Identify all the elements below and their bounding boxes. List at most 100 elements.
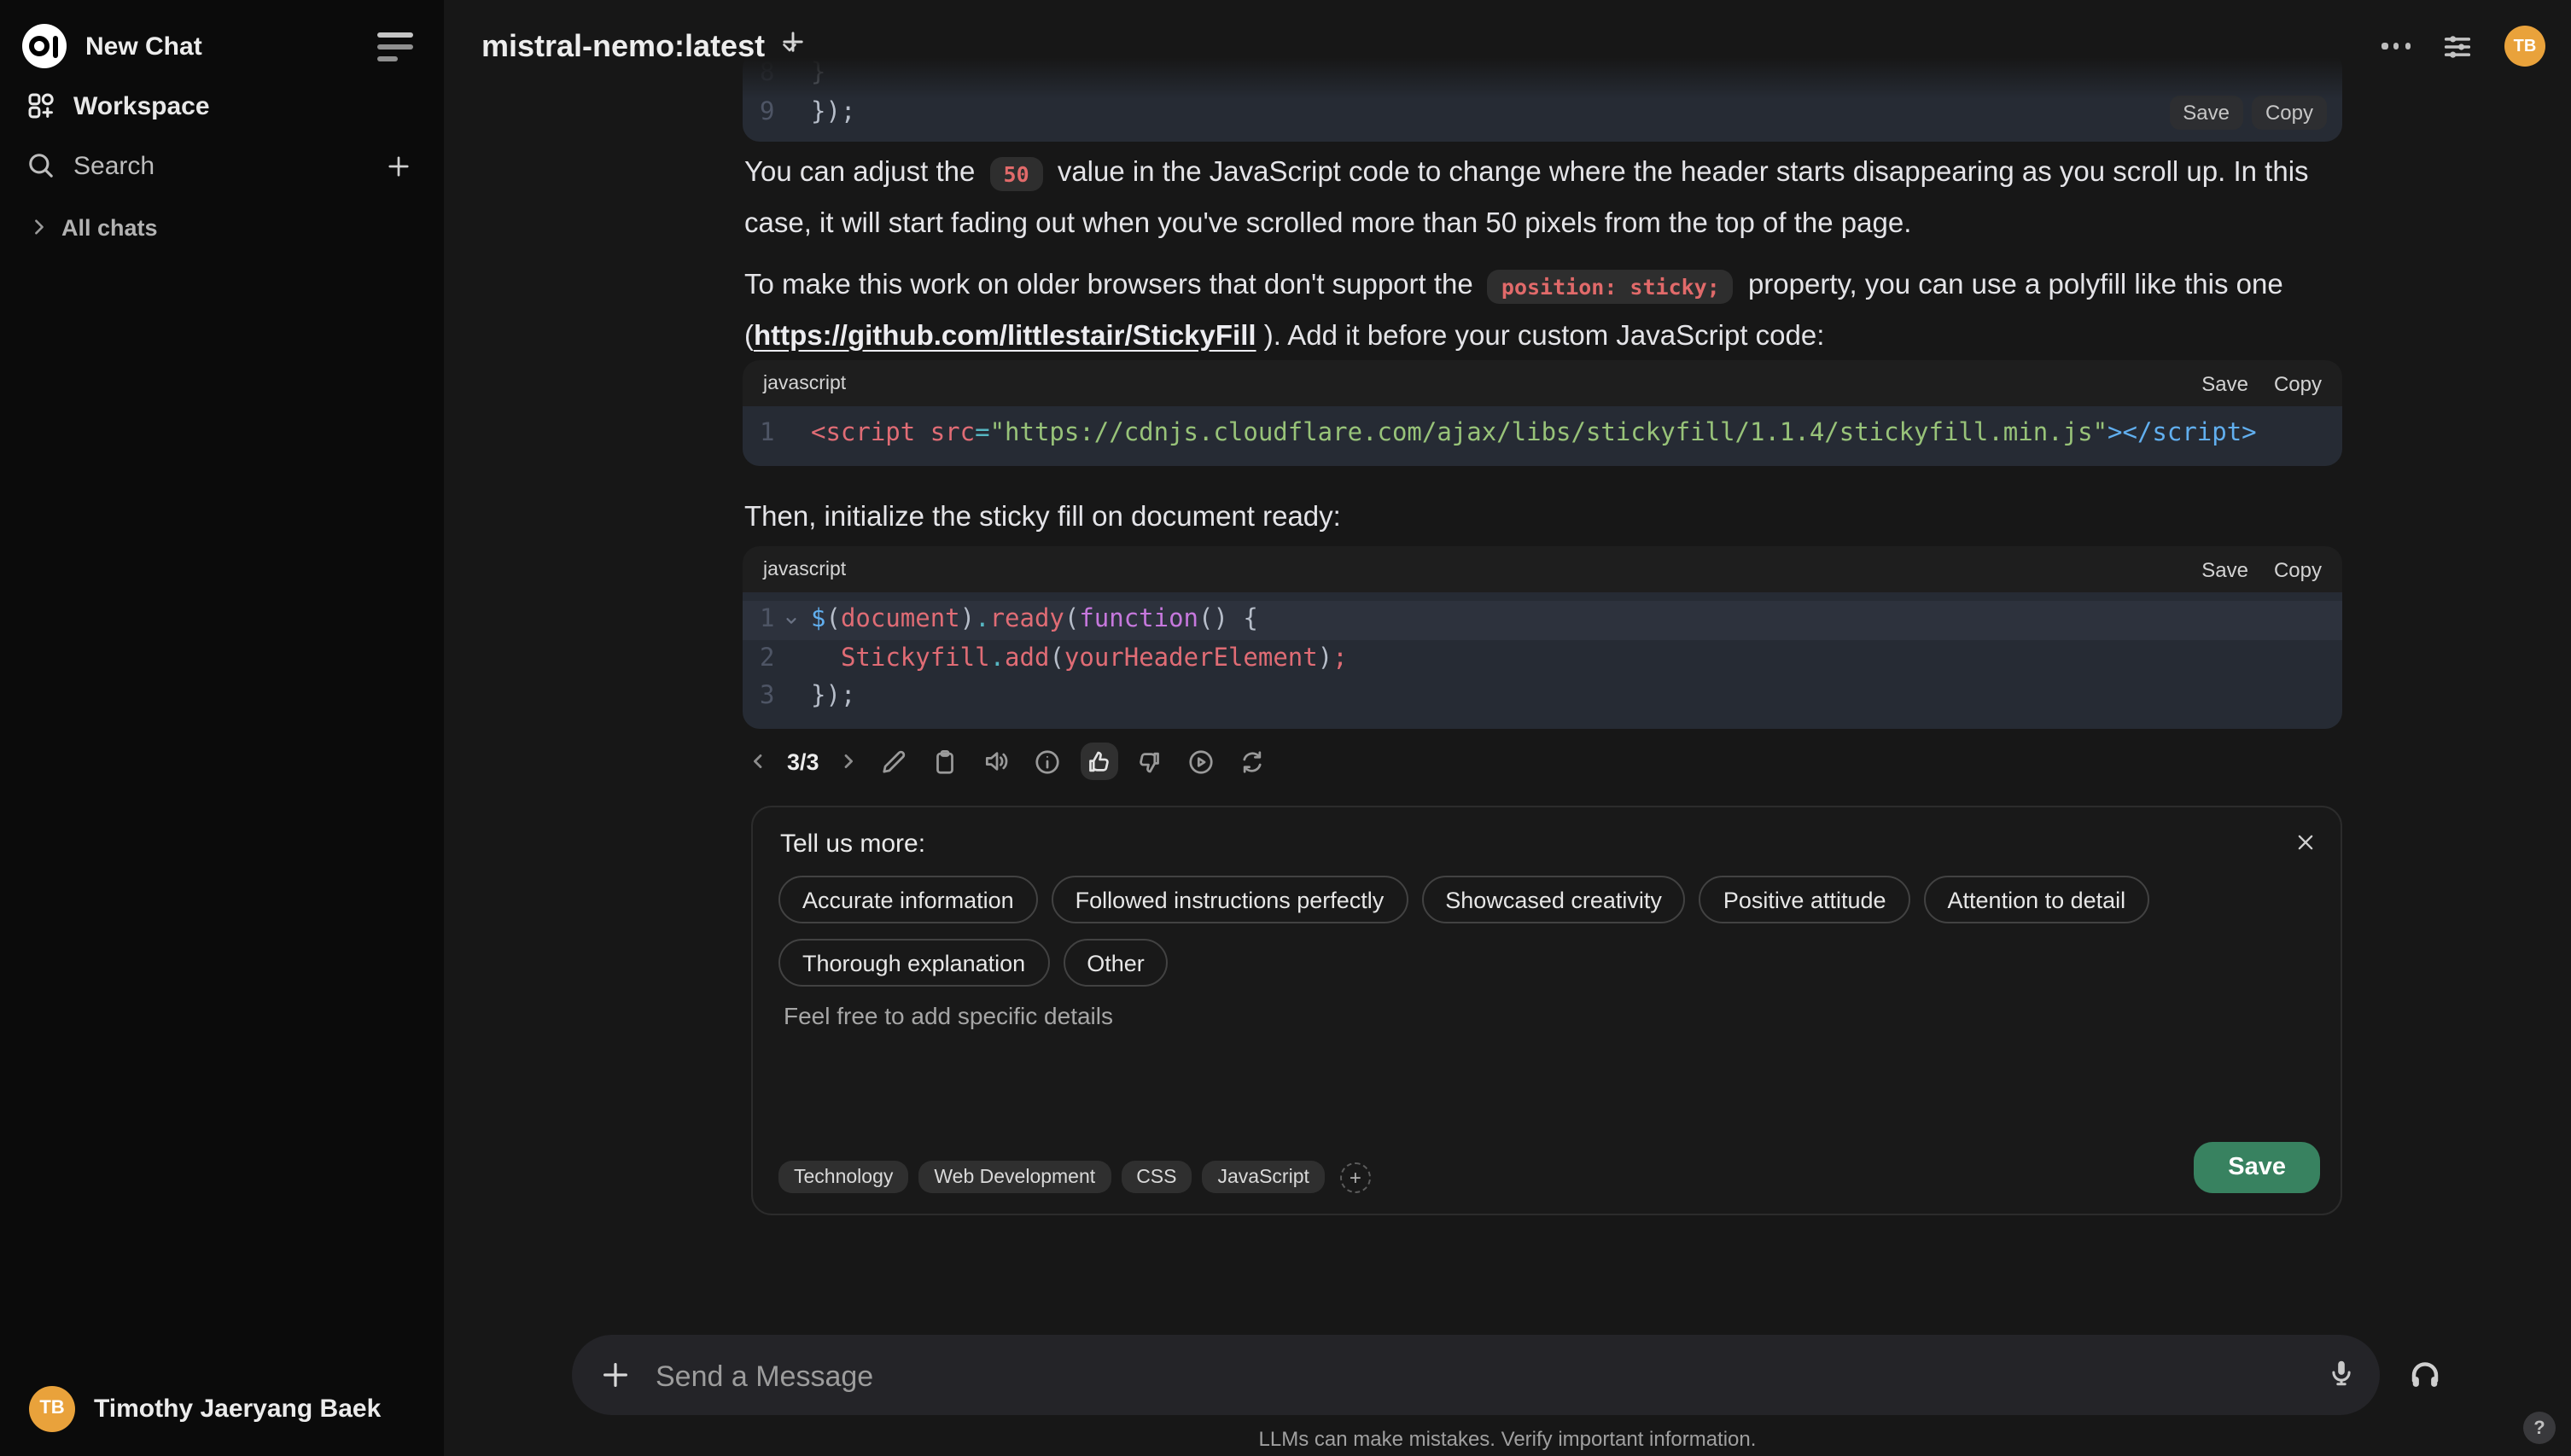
- copy-message-button[interactable]: [927, 743, 965, 780]
- next-response-button[interactable]: [835, 744, 862, 778]
- sliders-icon: [2441, 30, 2474, 62]
- code-line: 1 <script src="https://cdnjs.cloudflare.…: [760, 420, 2257, 448]
- chevron-right-icon: [29, 217, 50, 237]
- code-floating-actions: Save Copy: [2169, 96, 2327, 130]
- code-copy-button[interactable]: Copy: [2251, 96, 2327, 130]
- code-language-label: javascript: [763, 373, 847, 393]
- previous-response-button[interactable]: [744, 744, 772, 778]
- feedback-tag[interactable]: Web Development: [918, 1161, 1111, 1193]
- code-line: 2 Stickyfill.add(yourHeaderElement);: [760, 644, 1348, 673]
- user-menu[interactable]: TB Timothy Jaeryang Baek: [17, 1376, 427, 1441]
- search-icon: [26, 150, 56, 181]
- edit-button[interactable]: [876, 743, 913, 780]
- code-block-javascript: javascript Save Copy 1 $(document).ready…: [743, 546, 2342, 728]
- feedback-option[interactable]: Showcased creativity: [1421, 876, 1686, 923]
- feedback-option[interactable]: Accurate information: [778, 876, 1038, 923]
- feedback-option[interactable]: Followed instructions perfectly: [1051, 876, 1408, 923]
- feedback-option[interactable]: Positive attitude: [1699, 876, 1910, 923]
- code-block-header: javascript Save Copy: [743, 360, 2342, 406]
- code-block-body: 1 <script src="https://cdnjs.cloudflare.…: [743, 406, 2342, 465]
- regenerate-button[interactable]: [1234, 743, 1272, 780]
- code-block-body: 1 $(document).ready(function() { 2 Stick…: [743, 592, 2342, 728]
- good-response-button[interactable]: [1080, 743, 1118, 780]
- sidebar-item-workspace[interactable]: Workspace: [14, 80, 430, 131]
- continue-response-button[interactable]: [1183, 743, 1221, 780]
- thumbs-down-icon: [1136, 747, 1165, 776]
- response-pager: 3/3: [787, 748, 819, 774]
- sidebar-add-button[interactable]: [384, 151, 413, 180]
- app-window: New Chat Workspace Search All chats TB T…: [0, 0, 2571, 1456]
- speaker-icon: [982, 746, 1012, 777]
- code-copy-button[interactable]: Copy: [2274, 371, 2322, 395]
- assistant-paragraph: You can adjust the 50 value in the JavaS…: [744, 156, 2309, 238]
- read-aloud-button[interactable]: [978, 743, 1016, 780]
- feedback-tag[interactable]: CSS: [1121, 1161, 1192, 1193]
- new-chat-plus-button[interactable]: [778, 27, 807, 56]
- feedback-details-input[interactable]: [780, 999, 2313, 1139]
- play-circle-icon: [1187, 747, 1216, 776]
- feedback-option[interactable]: Thorough explanation: [778, 939, 1050, 987]
- attach-button[interactable]: [599, 1359, 632, 1391]
- disclaimer-text: LLMs can make mistakes. Verify important…: [1258, 1427, 1757, 1451]
- inline-code: 50: [989, 156, 1043, 190]
- feedback-title: Tell us more:: [780, 830, 926, 859]
- feedback-tag[interactable]: Technology: [778, 1161, 909, 1193]
- code-save-button[interactable]: Save: [2201, 371, 2248, 395]
- sidebar-item-search[interactable]: Search: [14, 140, 430, 191]
- chevron-right-icon: [838, 751, 859, 772]
- new-chat-button[interactable]: New Chat: [85, 32, 202, 61]
- code-block-header: javascript Save Copy: [743, 546, 2342, 592]
- more-options-button[interactable]: [2382, 43, 2411, 50]
- user-name: Timothy Jaeryang Baek: [94, 1394, 382, 1423]
- sidebar-item-label: Workspace: [73, 91, 210, 120]
- add-tag-button[interactable]: +: [1339, 1162, 1371, 1192]
- code-save-button[interactable]: Save: [2169, 96, 2243, 130]
- workspace-icon: [26, 90, 56, 121]
- call-button[interactable]: [2407, 1357, 2443, 1393]
- logo-ring: [29, 35, 50, 55]
- feedback-option[interactable]: Other: [1063, 939, 1169, 987]
- plus-icon: [778, 27, 807, 56]
- model-name: mistral-nemo:latest: [481, 28, 766, 62]
- feedback-tags: Technology Web Development CSS JavaScript +: [778, 1161, 1371, 1193]
- close-icon: [2294, 830, 2316, 853]
- sidebar-item-all-chats[interactable]: All chats: [14, 205, 430, 249]
- inline-code: position: sticky;: [1487, 269, 1734, 303]
- feedback-option[interactable]: Attention to detail: [1923, 876, 2150, 923]
- code-fold-icon[interactable]: [784, 613, 807, 628]
- bad-response-button[interactable]: [1132, 743, 1169, 780]
- sidebar-item-label: Search: [73, 151, 155, 180]
- code-line: 9 });: [760, 98, 856, 126]
- info-button[interactable]: [1029, 743, 1067, 780]
- voice-input-button[interactable]: [2325, 1357, 2358, 1389]
- feedback-save-button[interactable]: Save: [2194, 1142, 2320, 1193]
- top-bar-right: TB: [2382, 26, 2545, 67]
- user-avatar: TB: [29, 1385, 75, 1431]
- feedback-tag[interactable]: JavaScript: [1202, 1161, 1325, 1193]
- help-button[interactable]: ?: [2523, 1412, 2556, 1444]
- user-avatar-topbar[interactable]: TB: [2504, 26, 2545, 67]
- code-copy-button[interactable]: Copy: [2274, 557, 2322, 581]
- chat-content: 8 } 9 }); Save Copy You can adjust the 5…: [743, 0, 2342, 1456]
- close-feedback-button[interactable]: [2286, 823, 2323, 860]
- model-selector[interactable]: mistral-nemo:latest: [481, 22, 801, 70]
- logo-bar: [52, 35, 59, 57]
- stickyfill-link[interactable]: https://github.com/littlestair/StickyFil…: [754, 320, 1256, 351]
- code-block-partial: 8 } 9 }); Save Copy: [743, 51, 2342, 142]
- feedback-options: Accurate information Followed instruction…: [778, 876, 2315, 987]
- thumbs-up-icon: [1085, 747, 1114, 776]
- sidebar-toggle-icon[interactable]: [377, 31, 415, 61]
- code-save-button[interactable]: Save: [2201, 557, 2248, 581]
- feedback-panel: Tell us more: Accurate information Follow…: [751, 806, 2342, 1215]
- main-area: mistral-nemo:latest TB 8} 9}); Save Co…: [444, 0, 2571, 1456]
- message-actions: 3/3: [744, 739, 1272, 783]
- code-block-javascript: javascript Save Copy 1 <script src="http…: [743, 360, 2342, 465]
- microphone-icon: [2325, 1357, 2358, 1389]
- code-line: 8 }: [760, 60, 826, 88]
- app-logo[interactable]: [22, 24, 67, 68]
- plus-icon: +: [1349, 1165, 1361, 1189]
- message-input[interactable]: [652, 1335, 2281, 1418]
- chat-controls-button[interactable]: [2441, 30, 2474, 62]
- headphones-icon: [2407, 1357, 2443, 1393]
- code-language-label: javascript: [763, 559, 847, 579]
